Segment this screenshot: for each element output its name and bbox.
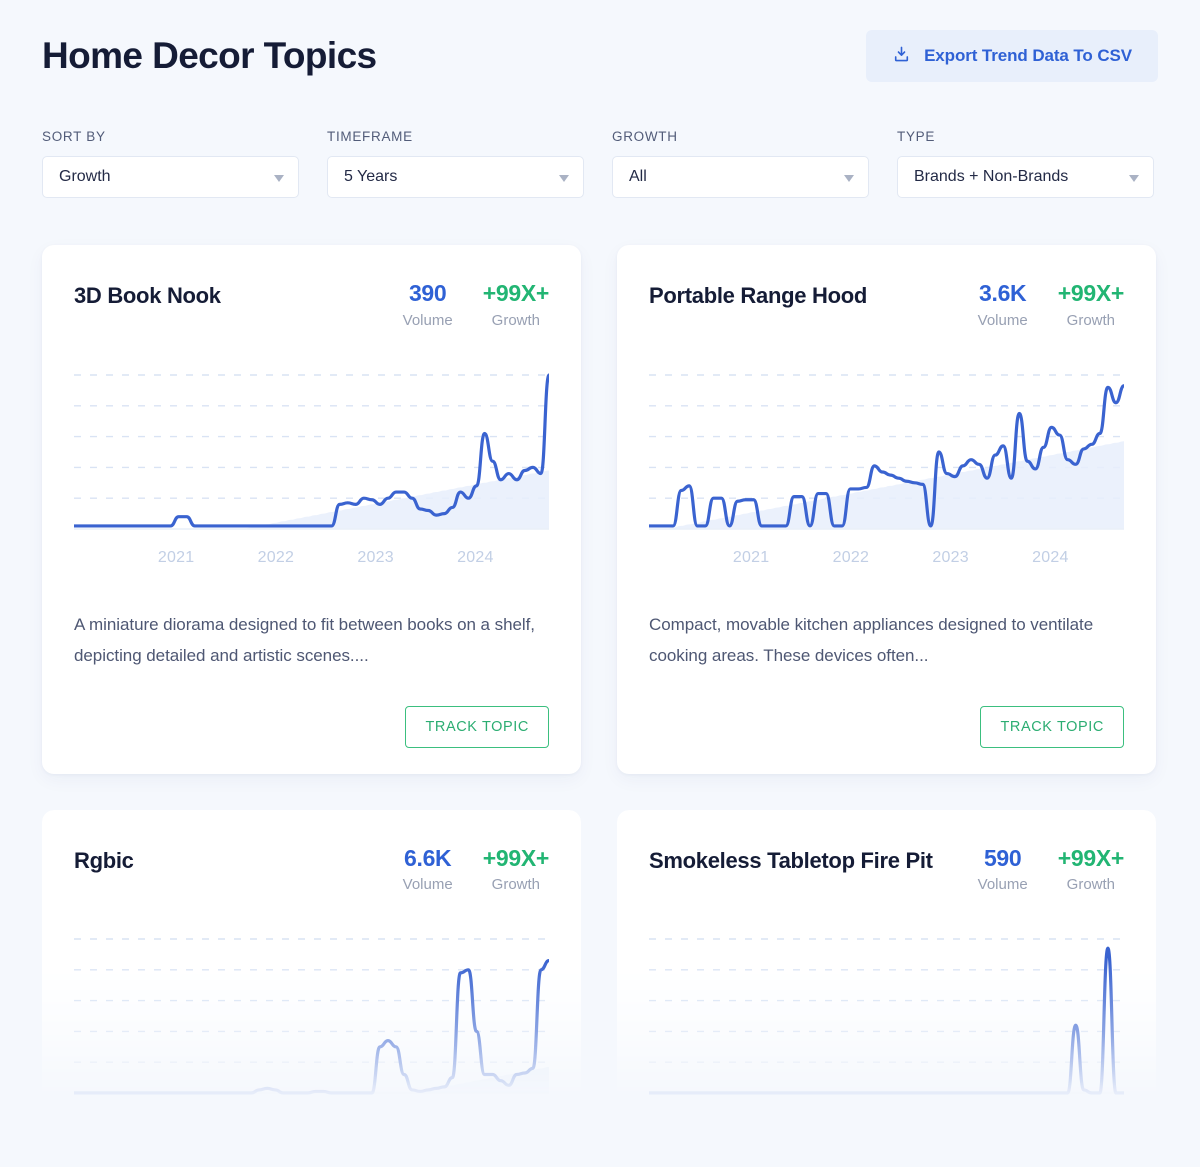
growth-caption: Growth: [1066, 876, 1116, 894]
x-axis-tick: 2024: [1032, 548, 1069, 566]
volume-metric: 590 Volume: [978, 844, 1028, 894]
type-select[interactable]: Brands + Non-Brands: [897, 156, 1154, 198]
growth-value: +99X+: [482, 844, 550, 871]
sort-by-select[interactable]: Growth: [42, 156, 299, 198]
growth-value: All: [629, 168, 647, 185]
volume-metric: 390 Volume: [403, 279, 453, 329]
growth-metric: +99X+ Growth: [1057, 279, 1125, 329]
topic-description: Compact, movable kitchen appliances desi…: [649, 614, 1094, 666]
x-axis: 2021 2022 2023 2024: [649, 545, 1124, 579]
metric-group: 3.6K Volume +99X+ Growth: [978, 279, 1125, 329]
trend-chart-svg: [74, 373, 549, 530]
x-axis-tick: 2022: [832, 548, 870, 566]
topic-card[interactable]: Smokeless Tabletop Fire Pit 590 Volume +…: [617, 809, 1156, 1102]
export-button-label: Export Trend Data To CSV: [924, 46, 1132, 65]
topic-title: Rgbic: [74, 847, 134, 873]
chevron-down-icon: [844, 175, 854, 182]
topic-title: 3D Book Nook: [74, 283, 221, 308]
filter-bar: SORT BY Growth TIMEFRAME 5 Years GROWTH …: [42, 129, 1158, 198]
volume-value: 390: [408, 280, 447, 306]
topic-card[interactable]: Portable Range Hood 3.6K Volume +99X+ Gr…: [617, 245, 1156, 774]
volume-metric: 6.6K Volume: [403, 844, 453, 894]
trend-chart[interactable]: 2021 2022 2023 2024: [649, 361, 1124, 581]
card-header: Portable Range Hood 3.6K Volume +99X+ Gr…: [649, 279, 1124, 329]
topic-card-grid: 3D Book Nook 390 Volume +99X+ Growth 202…: [42, 245, 1158, 1102]
growth-caption: Growth: [1066, 311, 1116, 329]
card-header: Smokeless Tabletop Fire Pit 590 Volume +…: [649, 844, 1124, 894]
filter-growth: GROWTH All: [612, 129, 869, 198]
x-axis-tick: 2022: [257, 548, 295, 566]
x-axis-tick: 2021: [157, 548, 195, 566]
growth-value: +99X+: [1057, 844, 1125, 871]
topic-card[interactable]: Rgbic 6.6K Volume +99X+ Growth: [42, 809, 581, 1102]
timeframe-value: 5 Years: [344, 168, 398, 185]
growth-metric: +99X+ Growth: [1057, 844, 1125, 894]
growth-select[interactable]: All: [612, 156, 869, 198]
type-value: Brands + Non-Brands: [914, 168, 1069, 185]
chevron-down-icon: [559, 175, 569, 182]
download-icon: [892, 45, 911, 67]
card-header: Rgbic 6.6K Volume +99X+ Growth: [74, 844, 549, 894]
chevron-down-icon: [1129, 175, 1139, 182]
growth-caption: Growth: [491, 311, 541, 329]
card-header: 3D Book Nook 390 Volume +99X+ Growth: [74, 279, 549, 329]
filter-label: TYPE: [897, 129, 936, 144]
volume-metric: 3.6K Volume: [978, 279, 1028, 329]
page-root: Home Decor Topics Export Trend Data To C…: [0, 0, 1200, 1167]
filter-label: SORT BY: [42, 129, 106, 144]
x-axis-tick: 2024: [457, 548, 494, 566]
volume-value: 6.6K: [403, 844, 452, 871]
track-topic-button[interactable]: TRACK TOPIC: [405, 705, 549, 748]
card-footer: TRACK TOPIC: [74, 705, 549, 748]
metric-group: 390 Volume +99X+ Growth: [403, 279, 550, 329]
metric-group: 590 Volume +99X+ Growth: [978, 844, 1125, 894]
volume-caption: Volume: [402, 311, 453, 329]
volume-value: 590: [983, 844, 1022, 871]
x-axis: 2021 2022 2023 2024: [74, 545, 549, 579]
growth-metric: +99X+ Growth: [482, 279, 550, 329]
topic-title: Portable Range Hood: [649, 283, 867, 308]
filter-label: TIMEFRAME: [327, 129, 413, 144]
trend-chart[interactable]: [74, 925, 549, 1101]
topic-description: A miniature diorama designed to fit betw…: [74, 614, 535, 666]
filter-sort-by: SORT BY Growth: [42, 129, 299, 198]
x-axis-tick: 2023: [357, 548, 394, 566]
filter-type: TYPE Brands + Non-Brands: [897, 129, 1154, 198]
trend-chart[interactable]: [649, 925, 1124, 1101]
growth-value: +99X+: [482, 280, 550, 306]
page-header: Home Decor Topics Export Trend Data To C…: [42, 0, 1158, 82]
filter-timeframe: TIMEFRAME 5 Years: [327, 129, 584, 198]
card-footer: TRACK TOPIC: [649, 705, 1124, 748]
volume-value: 3.6K: [978, 280, 1027, 306]
growth-metric: +99X+ Growth: [482, 844, 550, 894]
volume-caption: Volume: [977, 876, 1028, 894]
growth-value: +99X+: [1057, 280, 1125, 306]
volume-caption: Volume: [977, 311, 1028, 329]
trend-chart-svg: [649, 938, 1124, 1095]
page-title: Home Decor Topics: [42, 34, 377, 76]
topic-title: Smokeless Tabletop Fire Pit: [649, 847, 933, 873]
export-trend-data-button[interactable]: Export Trend Data To CSV: [866, 30, 1158, 82]
x-axis-tick: 2021: [732, 548, 770, 566]
filter-label: GROWTH: [612, 129, 678, 144]
trend-chart-svg: [74, 938, 549, 1095]
sort-by-value: Growth: [59, 168, 111, 185]
timeframe-select[interactable]: 5 Years: [327, 156, 584, 198]
trend-chart[interactable]: 2021 2022 2023 2024: [74, 361, 549, 581]
trend-chart-svg: [649, 374, 1124, 530]
track-topic-button[interactable]: TRACK TOPIC: [980, 705, 1124, 748]
volume-caption: Volume: [402, 876, 453, 894]
metric-group: 6.6K Volume +99X+ Growth: [403, 844, 550, 894]
growth-caption: Growth: [491, 876, 541, 894]
chevron-down-icon: [274, 175, 284, 182]
x-axis-tick: 2023: [932, 548, 969, 566]
topic-card[interactable]: 3D Book Nook 390 Volume +99X+ Growth 202…: [42, 245, 581, 774]
